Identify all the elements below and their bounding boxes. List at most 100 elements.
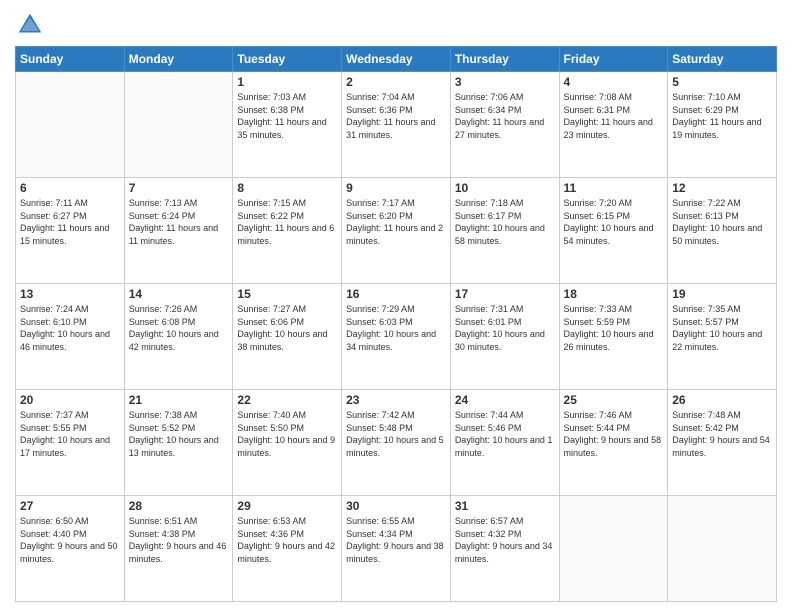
- calendar-week-4: 20Sunrise: 7:37 AMSunset: 5:55 PMDayligh…: [16, 390, 777, 496]
- day-number: 24: [455, 393, 555, 407]
- day-number: 22: [237, 393, 337, 407]
- cell-info: Sunrise: 7:22 AMSunset: 6:13 PMDaylight:…: [672, 197, 772, 247]
- calendar-week-3: 13 Sunrise: 7:24 AMSunset: 6:10 PMDayligh…: [16, 284, 777, 390]
- calendar-cell: 4 Sunrise: 7:08 AMSunset: 6:31 PMDaylight…: [559, 72, 668, 178]
- day-number: 1: [237, 75, 337, 89]
- day-number: 8: [237, 181, 337, 195]
- header: [15, 10, 777, 40]
- day-number: 9: [346, 181, 446, 195]
- calendar-cell: 25 Sunrise: 7:46 AMSunset: 5:44 PMDayligh…: [559, 390, 668, 496]
- day-number: 28: [129, 499, 229, 513]
- cell-info: Sunrise: 7:42 AMSunset: 5:48 PMDaylight:…: [346, 409, 446, 459]
- calendar-cell: 21 Sunrise: 7:38 AMSunset: 5:52 PMDayligh…: [124, 390, 233, 496]
- cell-info: Sunrise: 7:11 AMSunset: 6:27 PMDaylight:…: [20, 197, 120, 247]
- cell-info: Sunrise: 7:29 AMSunset: 6:03 PMDaylight:…: [346, 303, 446, 353]
- calendar-cell: [16, 72, 125, 178]
- calendar-cell: 6 Sunrise: 7:11 AMSunset: 6:27 PMDaylight…: [16, 178, 125, 284]
- calendar-cell: 22 Sunrise: 7:40 AMSunset: 5:50 PMDayligh…: [233, 390, 342, 496]
- weekday-header-monday: Monday: [124, 47, 233, 72]
- cell-info: Sunrise: 6:51 AMSunset: 4:38 PMDaylight:…: [129, 515, 229, 565]
- day-number: 29: [237, 499, 337, 513]
- calendar-cell: 2Sunrise: 7:04 AMSunset: 6:36 PMDaylight…: [342, 72, 451, 178]
- calendar-cell: [124, 72, 233, 178]
- cell-info: Sunrise: 7:08 AMSunset: 6:31 PMDaylight:…: [564, 91, 664, 141]
- calendar-table: SundayMondayTuesdayWednesdayThursdayFrid…: [15, 46, 777, 602]
- cell-info: Sunrise: 7:17 AMSunset: 6:20 PMDaylight:…: [346, 197, 446, 247]
- weekday-header-sunday: Sunday: [16, 47, 125, 72]
- day-number: 4: [564, 75, 664, 89]
- cell-info: Sunrise: 7:03 AMSunset: 6:38 PMDaylight:…: [237, 91, 337, 141]
- cell-info: Sunrise: 7:33 AMSunset: 5:59 PMDaylight:…: [564, 303, 664, 353]
- calendar-cell: 16 Sunrise: 7:29 AMSunset: 6:03 PMDayligh…: [342, 284, 451, 390]
- calendar-cell: 27Sunrise: 6:50 AMSunset: 4:40 PMDayligh…: [16, 496, 125, 602]
- calendar-cell: 17 Sunrise: 7:31 AMSunset: 6:01 PMDayligh…: [450, 284, 559, 390]
- day-number: 5: [672, 75, 772, 89]
- day-number: 18: [564, 287, 664, 301]
- cell-info: Sunrise: 6:57 AMSunset: 4:32 PMDaylight:…: [455, 515, 555, 565]
- calendar-cell: 18 Sunrise: 7:33 AMSunset: 5:59 PMDayligh…: [559, 284, 668, 390]
- day-number: 7: [129, 181, 229, 195]
- calendar-week-5: 27Sunrise: 6:50 AMSunset: 4:40 PMDayligh…: [16, 496, 777, 602]
- day-number: 19: [672, 287, 772, 301]
- weekday-header-tuesday: Tuesday: [233, 47, 342, 72]
- day-number: 12: [672, 181, 772, 195]
- weekday-header-saturday: Saturday: [668, 47, 777, 72]
- cell-info: Sunrise: 7:37 AMSunset: 5:55 PMDaylight:…: [20, 409, 120, 459]
- cell-info: Sunrise: 6:53 AMSunset: 4:36 PMDaylight:…: [237, 515, 337, 565]
- day-number: 17: [455, 287, 555, 301]
- calendar-week-2: 6 Sunrise: 7:11 AMSunset: 6:27 PMDaylight…: [16, 178, 777, 284]
- calendar-cell: 9 Sunrise: 7:17 AMSunset: 6:20 PMDaylight…: [342, 178, 451, 284]
- calendar-cell: 12 Sunrise: 7:22 AMSunset: 6:13 PMDayligh…: [668, 178, 777, 284]
- calendar-cell: [559, 496, 668, 602]
- calendar-cell: 3Sunrise: 7:06 AMSunset: 6:34 PMDaylight…: [450, 72, 559, 178]
- calendar-cell: 5Sunrise: 7:10 AMSunset: 6:29 PMDaylight…: [668, 72, 777, 178]
- cell-info: Sunrise: 7:38 AMSunset: 5:52 PMDaylight:…: [129, 409, 229, 459]
- calendar-cell: 13 Sunrise: 7:24 AMSunset: 6:10 PMDayligh…: [16, 284, 125, 390]
- calendar-cell: 15Sunrise: 7:27 AMSunset: 6:06 PMDayligh…: [233, 284, 342, 390]
- cell-info: Sunrise: 7:35 AMSunset: 5:57 PMDaylight:…: [672, 303, 772, 353]
- day-number: 11: [564, 181, 664, 195]
- cell-info: Sunrise: 7:26 AMSunset: 6:08 PMDaylight:…: [129, 303, 229, 353]
- cell-info: Sunrise: 7:06 AMSunset: 6:34 PMDaylight:…: [455, 91, 555, 141]
- day-number: 6: [20, 181, 120, 195]
- cell-info: Sunrise: 6:50 AMSunset: 4:40 PMDaylight:…: [20, 515, 120, 565]
- day-number: 23: [346, 393, 446, 407]
- cell-info: Sunrise: 6:55 AMSunset: 4:34 PMDaylight:…: [346, 515, 446, 565]
- cell-info: Sunrise: 7:15 AMSunset: 6:22 PMDaylight:…: [237, 197, 337, 247]
- cell-info: Sunrise: 7:48 AMSunset: 5:42 PMDaylight:…: [672, 409, 772, 459]
- calendar-cell: 10 Sunrise: 7:18 AMSunset: 6:17 PMDayligh…: [450, 178, 559, 284]
- cell-info: Sunrise: 7:40 AMSunset: 5:50 PMDaylight:…: [237, 409, 337, 459]
- cell-info: Sunrise: 7:18 AMSunset: 6:17 PMDaylight:…: [455, 197, 555, 247]
- calendar-cell: 23 Sunrise: 7:42 AMSunset: 5:48 PMDayligh…: [342, 390, 451, 496]
- calendar-cell: 20Sunrise: 7:37 AMSunset: 5:55 PMDayligh…: [16, 390, 125, 496]
- day-number: 14: [129, 287, 229, 301]
- day-number: 25: [564, 393, 664, 407]
- day-number: 30: [346, 499, 446, 513]
- cell-info: Sunrise: 7:24 AMSunset: 6:10 PMDaylight:…: [20, 303, 120, 353]
- day-number: 26: [672, 393, 772, 407]
- logo: [15, 10, 49, 40]
- day-number: 21: [129, 393, 229, 407]
- day-number: 10: [455, 181, 555, 195]
- logo-icon: [15, 10, 45, 40]
- day-number: 13: [20, 287, 120, 301]
- cell-info: Sunrise: 7:44 AMSunset: 5:46 PMDaylight:…: [455, 409, 555, 459]
- cell-info: Sunrise: 7:20 AMSunset: 6:15 PMDaylight:…: [564, 197, 664, 247]
- cell-info: Sunrise: 7:13 AMSunset: 6:24 PMDaylight:…: [129, 197, 229, 247]
- calendar-cell: 26 Sunrise: 7:48 AMSunset: 5:42 PMDayligh…: [668, 390, 777, 496]
- calendar-cell: 28 Sunrise: 6:51 AMSunset: 4:38 PMDayligh…: [124, 496, 233, 602]
- cell-info: Sunrise: 7:46 AMSunset: 5:44 PMDaylight:…: [564, 409, 664, 459]
- calendar-cell: 14 Sunrise: 7:26 AMSunset: 6:08 PMDayligh…: [124, 284, 233, 390]
- calendar-cell: 11 Sunrise: 7:20 AMSunset: 6:15 PMDayligh…: [559, 178, 668, 284]
- day-number: 2: [346, 75, 446, 89]
- calendar-cell: 1 Sunrise: 7:03 AMSunset: 6:38 PMDaylight…: [233, 72, 342, 178]
- weekday-header-wednesday: Wednesday: [342, 47, 451, 72]
- calendar-cell: 24 Sunrise: 7:44 AMSunset: 5:46 PMDayligh…: [450, 390, 559, 496]
- day-number: 15: [237, 287, 337, 301]
- calendar-cell: 30 Sunrise: 6:55 AMSunset: 4:34 PMDayligh…: [342, 496, 451, 602]
- calendar-cell: 8 Sunrise: 7:15 AMSunset: 6:22 PMDaylight…: [233, 178, 342, 284]
- weekday-header-friday: Friday: [559, 47, 668, 72]
- day-number: 16: [346, 287, 446, 301]
- cell-info: Sunrise: 7:31 AMSunset: 6:01 PMDaylight:…: [455, 303, 555, 353]
- calendar-cell: 7 Sunrise: 7:13 AMSunset: 6:24 PMDaylight…: [124, 178, 233, 284]
